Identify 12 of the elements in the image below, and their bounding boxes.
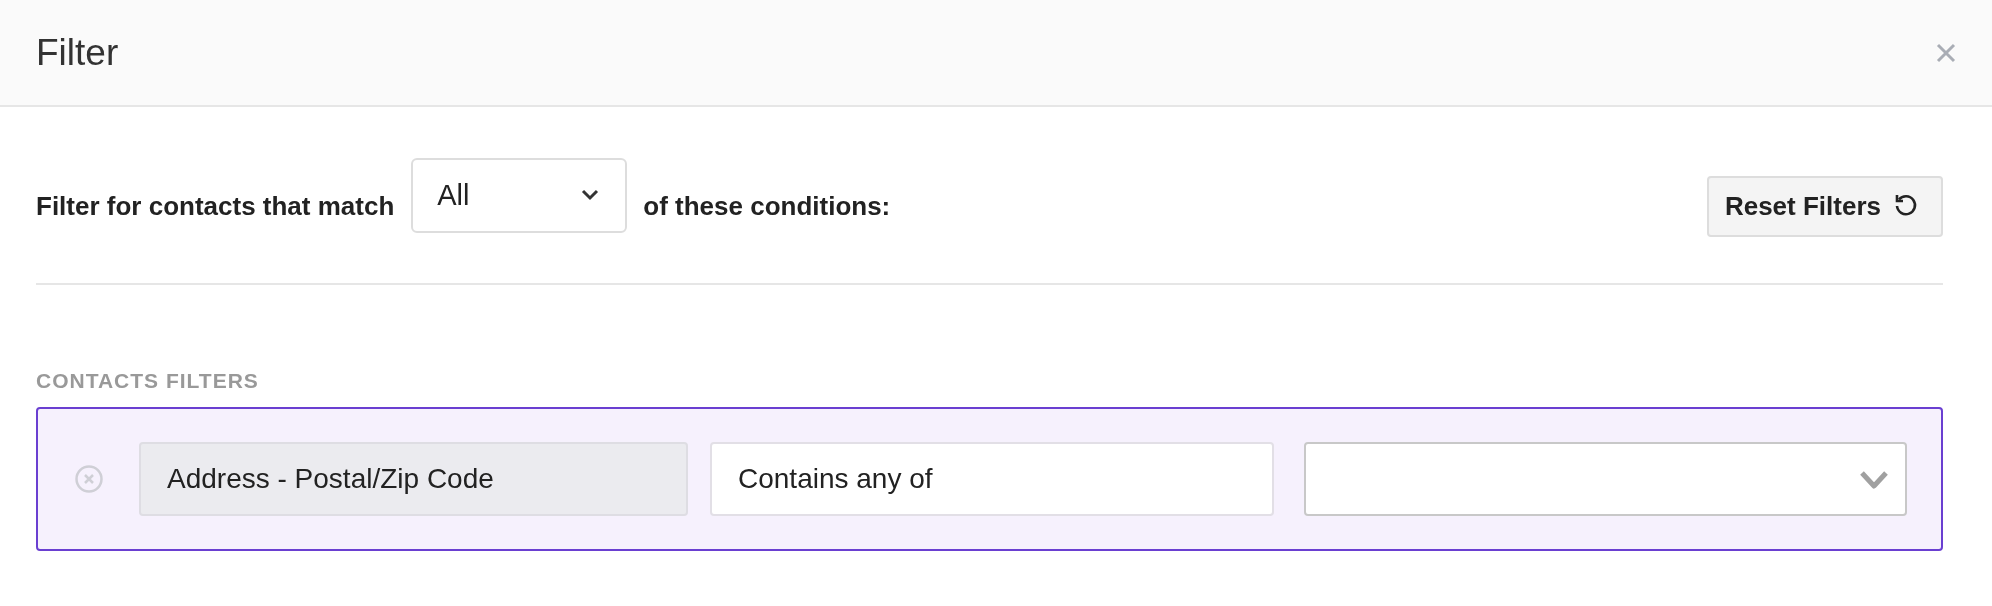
value-select[interactable] xyxy=(1304,442,1907,516)
operator-select[interactable]: Contains any of xyxy=(710,442,1274,516)
match-label: Filter for contacts that match xyxy=(36,190,395,222)
reset-filters-button[interactable]: Reset Filters xyxy=(1706,175,1943,237)
dialog-title: Filter xyxy=(36,31,119,74)
close-icon[interactable] xyxy=(1936,42,1956,63)
chevron-down-icon xyxy=(581,189,600,201)
field-select[interactable]: Address - Postal/Zip Code xyxy=(139,442,688,516)
match-select[interactable]: All xyxy=(411,157,628,233)
remove-icon[interactable] xyxy=(74,464,104,494)
match-label: of these conditions: xyxy=(643,190,891,222)
section-heading: CONTACTS FILTERS xyxy=(36,369,260,393)
